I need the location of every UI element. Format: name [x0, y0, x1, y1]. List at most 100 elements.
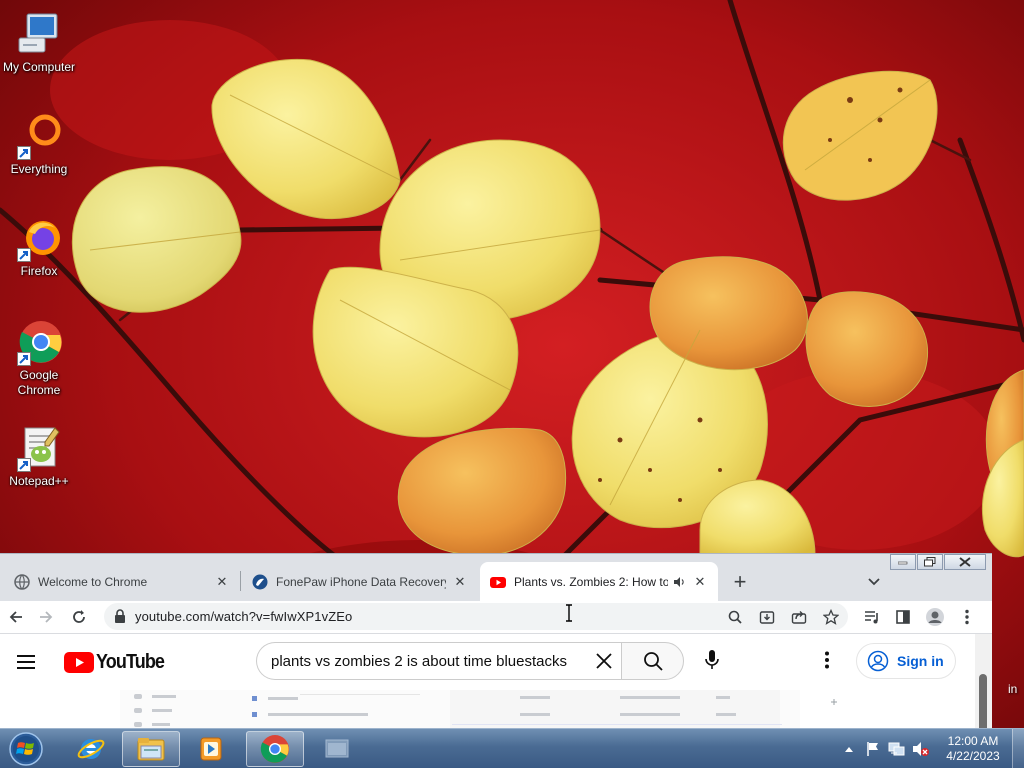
restore-button[interactable] [917, 554, 943, 570]
youtube-search-button[interactable] [621, 642, 684, 680]
taskbar-window-thumbnail[interactable] [308, 731, 366, 767]
show-desktop-button[interactable] [1012, 729, 1024, 768]
side-panel-icon [896, 610, 910, 624]
video-player-area[interactable] [0, 690, 975, 731]
browser-toolbar: youtube.com/watch?v=fwIwXP1vZEo [0, 601, 992, 633]
speaker-icon[interactable] [672, 575, 686, 589]
chrome-icon [260, 735, 289, 763]
action-center-button[interactable] [864, 740, 882, 758]
youtube-logo[interactable]: YouTube [64, 651, 172, 673]
tab-plants-vs-zombies[interactable]: Plants vs. Zombies 2: How to ✕ [480, 562, 718, 601]
tab-title: FonePaw iPhone Data Recovery 9 [276, 574, 446, 589]
chrome-menu-button[interactable] [955, 605, 979, 629]
chrome-favicon [14, 573, 30, 590]
clock-time: 12:00 AM [947, 734, 999, 748]
youtube-logo-icon [64, 651, 94, 673]
desktop-icon-label: Google Chrome [17, 368, 61, 397]
profile-button[interactable] [923, 605, 947, 629]
tab-separator [240, 571, 241, 591]
ie-icon [77, 739, 105, 759]
desktop-icon-firefox[interactable]: Firefox [0, 214, 78, 279]
tab-title: Welcome to Chrome [38, 574, 148, 589]
bookmark-button[interactable] [820, 606, 842, 628]
start-button[interactable] [4, 730, 48, 768]
taskbar-internet-explorer[interactable] [62, 731, 120, 767]
shortcut-arrow-icon [17, 146, 31, 160]
scrollbar-thumb[interactable] [979, 674, 987, 731]
search-icon [728, 610, 742, 624]
install-icon [759, 611, 775, 624]
tab-title: Plants vs. Zombies 2: How to [514, 574, 668, 589]
media-controls-button[interactable] [860, 605, 884, 629]
tab-welcome-to-chrome[interactable]: Welcome to Chrome ✕ [4, 562, 240, 601]
desktop-icon-my-computer[interactable]: My Computer [0, 10, 78, 75]
youtube-search-input[interactable]: plants vs zombies 2 is about time bluest… [256, 642, 622, 680]
share-button[interactable] [788, 606, 810, 628]
arrow-right-icon [40, 611, 53, 623]
account-circle-icon [867, 650, 889, 672]
reload-button[interactable] [67, 605, 91, 629]
restore-icon [924, 557, 936, 567]
side-panel-button[interactable] [891, 605, 915, 629]
address-url: youtube.com/watch?v=fwIwXP1vZEo [135, 609, 353, 624]
taskbar-windows-explorer[interactable] [122, 731, 180, 767]
windows-orb-icon [9, 732, 43, 766]
youtube-logo-text: YouTube [96, 650, 165, 673]
media-player-icon [200, 737, 222, 761]
tab-strip: Welcome to Chrome ✕ FonePaw iPhone Data … [0, 554, 992, 601]
youtube-header: YouTube plants vs zombies 2 is about tim… [0, 634, 975, 690]
shortcut-arrow-icon [17, 458, 31, 472]
playlist-icon [865, 611, 878, 624]
new-tab-button[interactable]: + [728, 569, 752, 594]
lock-icon[interactable] [114, 609, 126, 623]
zoom-button[interactable] [724, 606, 746, 628]
youtube-settings-button[interactable] [815, 648, 839, 672]
volume-button[interactable] [912, 740, 930, 758]
search-query: plants vs zombies 2 is about time bluest… [271, 653, 567, 670]
taskbar-google-chrome[interactable] [246, 731, 304, 767]
close-tab-icon[interactable]: ✕ [214, 574, 230, 590]
desktop-icon-notepad-plus-plus[interactable]: Notepad++ [0, 424, 78, 489]
arrow-left-icon [9, 611, 22, 623]
shortcut-arrow-icon [17, 352, 31, 366]
tab-search-button[interactable] [862, 570, 886, 594]
forward-button[interactable] [34, 605, 58, 629]
close-tab-icon[interactable]: ✕ [692, 574, 708, 590]
show-hidden-icons-button[interactable] [840, 740, 858, 758]
clear-search-icon[interactable] [594, 651, 614, 671]
sign-in-button[interactable]: Sign in [856, 643, 956, 679]
everything-icon [15, 112, 63, 160]
guide-menu-button[interactable] [16, 650, 40, 674]
network-button[interactable] [888, 740, 906, 758]
close-tab-icon[interactable]: ✕ [452, 574, 468, 590]
chevron-up-icon [845, 747, 853, 752]
reload-icon [73, 610, 85, 623]
flag-icon [867, 742, 878, 756]
desktop-icon-google-chrome[interactable]: Google Chrome [0, 318, 78, 398]
back-button[interactable] [4, 605, 28, 629]
shortcut-arrow-icon [17, 248, 31, 262]
avatar-icon [926, 608, 944, 626]
taskbar-media-player[interactable] [182, 731, 240, 767]
firefox-icon [15, 214, 63, 262]
close-window-button[interactable] [944, 554, 986, 570]
close-icon [959, 557, 971, 567]
more-vertical-icon [825, 651, 829, 669]
tab-fonepaw[interactable]: FonePaw iPhone Data Recovery 9 ✕ [242, 562, 478, 601]
window-thumbnail-icon [325, 739, 349, 758]
desktop-icon-partial-label: in [1008, 682, 1018, 696]
voice-search-button[interactable] [698, 646, 726, 674]
window-controls [889, 554, 986, 570]
more-vertical-icon [965, 609, 969, 625]
address-bar[interactable]: youtube.com/watch?v=fwIwXP1vZEo [104, 603, 848, 630]
text-cursor-icon [566, 604, 572, 622]
taskbar-clock[interactable]: 12:00 AM 4/22/2023 [940, 734, 1006, 764]
install-app-button[interactable] [756, 606, 778, 628]
star-icon [823, 609, 839, 625]
minimize-button[interactable] [890, 554, 916, 570]
network-icon [888, 742, 905, 756]
microphone-icon [705, 650, 719, 669]
video-frame-faded-file-list [120, 690, 837, 731]
page-scrollbar[interactable] [975, 634, 992, 731]
desktop-icon-everything[interactable]: Everything [0, 112, 78, 177]
